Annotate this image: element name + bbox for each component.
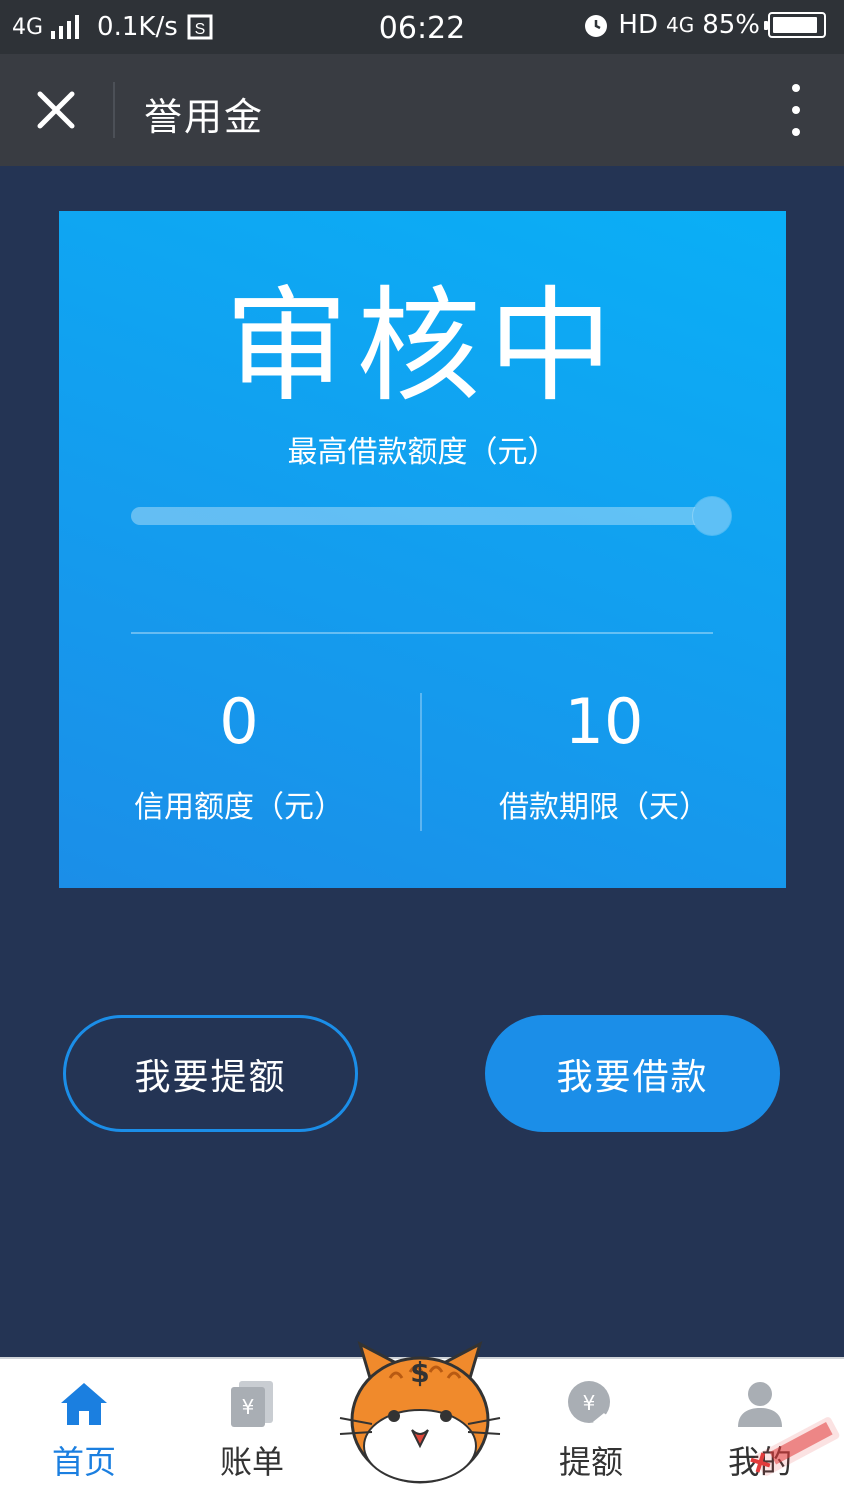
max-loan-label: 最高借款额度（元）	[287, 435, 558, 470]
alarm-icon	[585, 15, 608, 37]
raise-limit-button[interactable]: 我要提额	[63, 1015, 358, 1132]
watermark-logo	[750, 1417, 840, 1476]
home-icon	[61, 1383, 107, 1425]
nav-label-bill: 账单	[219, 1443, 284, 1481]
credit-limit-value: 0	[219, 685, 259, 758]
hd-indicator: HD	[618, 10, 658, 40]
nav-label-raise-limit: 提额	[558, 1443, 623, 1481]
slider-handle[interactable]	[693, 497, 731, 535]
status-bar-right: HD 4G 85%	[582, 10, 826, 40]
title-divider	[113, 82, 115, 138]
svg-text:$: $	[410, 1356, 429, 1389]
close-icon[interactable]	[26, 80, 86, 140]
nav-item-bill[interactable]: ¥ 账单	[168, 1359, 336, 1500]
bill-icon: ¥	[231, 1381, 273, 1427]
loan-amount-slider[interactable]	[131, 497, 731, 535]
nav-item-home[interactable]: 首页	[0, 1359, 168, 1500]
raise-limit-icon: ¥	[568, 1381, 618, 1425]
battery-percent: 85%	[702, 10, 760, 40]
loan-card: 审核中 最高借款额度（元） 0 信用额度（元） 10 借款期限（天）	[59, 211, 786, 888]
battery-icon	[764, 12, 826, 38]
credit-limit-stat: 0 信用额度（元）	[69, 689, 409, 826]
nav-label-home: 首页	[51, 1443, 116, 1481]
loan-term-stat: 10 借款期限（天）	[434, 689, 774, 826]
credit-limit-label: 信用额度（元）	[134, 790, 344, 826]
title-bar: 誉用金	[0, 54, 844, 166]
slider-fill	[131, 507, 712, 525]
loan-term-label: 借款期限（天）	[499, 790, 709, 826]
card-divider	[131, 632, 713, 634]
network-type-right: 4G	[665, 13, 695, 37]
status-bar: 4G 0.1K/s S 06:22 HD 4G 85%	[0, 0, 844, 54]
review-status: 审核中	[224, 275, 621, 419]
cat-mascot-icon[interactable]: $	[330, 1338, 510, 1488]
svg-text:¥: ¥	[583, 1391, 596, 1415]
nav-item-raise-limit[interactable]: ¥ 提额	[507, 1359, 675, 1500]
page-title: 誉用金	[144, 95, 265, 139]
more-options-icon[interactable]	[786, 84, 806, 136]
svg-text:¥: ¥	[242, 1395, 255, 1419]
borrow-button[interactable]: 我要借款	[485, 1015, 780, 1132]
loan-term-value: 10	[564, 685, 644, 758]
stat-separator	[420, 693, 422, 831]
